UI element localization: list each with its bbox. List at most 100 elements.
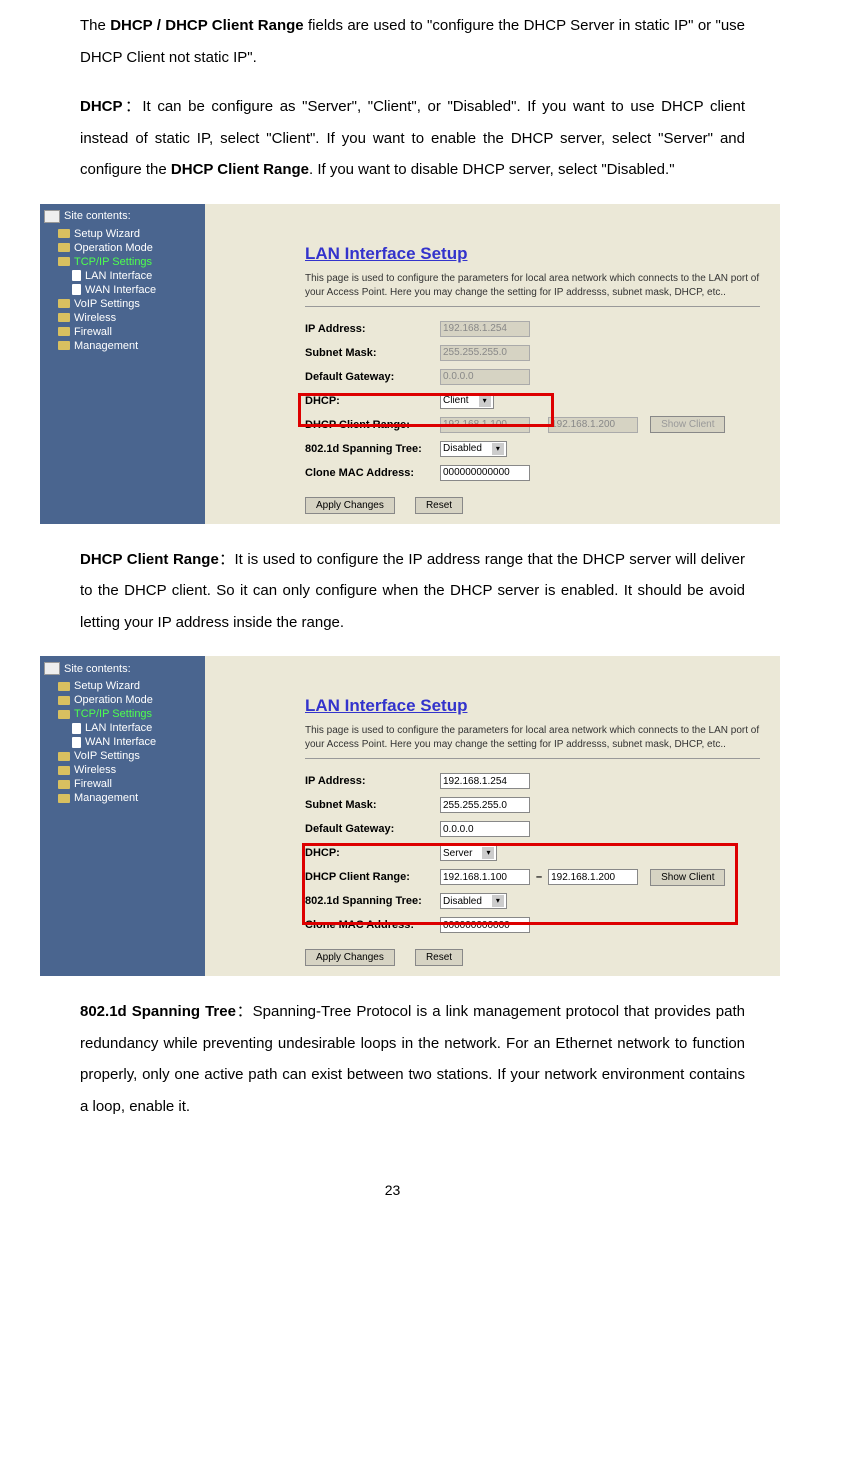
input-ip-address[interactable] bbox=[440, 773, 530, 789]
show-client-button[interactable]: Show Client bbox=[650, 869, 725, 886]
screenshot-1: Site contents: Setup Wizard Operation Mo… bbox=[40, 204, 780, 524]
sidebar-item-label: Management bbox=[74, 340, 138, 352]
input-clone-mac[interactable] bbox=[440, 465, 530, 481]
row-subnet-mask: Subnet Mask: bbox=[305, 793, 760, 817]
panel-title: LAN Interface Setup bbox=[305, 696, 760, 716]
button-row: Apply Changes Reset bbox=[305, 497, 760, 514]
reset-button[interactable]: Reset bbox=[415, 949, 463, 966]
sidebar-item-voip-settings[interactable]: VoIP Settings bbox=[44, 749, 201, 763]
folder-icon bbox=[58, 780, 70, 789]
label-clone-mac: Clone MAC Address: bbox=[305, 467, 440, 479]
sidebar-item-wireless[interactable]: Wireless bbox=[44, 311, 201, 325]
label-default-gateway: Default Gateway: bbox=[305, 371, 440, 383]
row-default-gateway: Default Gateway: bbox=[305, 365, 760, 389]
sidebar-subitem-label: WAN Interface bbox=[85, 736, 156, 748]
chevron-down-icon: ▾ bbox=[492, 443, 504, 455]
input-range-start[interactable] bbox=[440, 417, 530, 433]
sidebar-subitem-wan-interface[interactable]: WAN Interface bbox=[44, 283, 201, 297]
input-default-gateway[interactable] bbox=[440, 369, 530, 385]
show-client-button[interactable]: Show Client bbox=[650, 416, 725, 433]
select-dhcp[interactable]: Client ▾ bbox=[440, 393, 494, 409]
chevron-down-icon: ▾ bbox=[479, 395, 491, 407]
sidebar-item-setup-wizard[interactable]: Setup Wizard bbox=[44, 227, 201, 241]
sidebar-title: Site contents: bbox=[44, 662, 201, 675]
sidebar-subitem-label: LAN Interface bbox=[85, 270, 152, 282]
sidebar-item-label: Firewall bbox=[74, 326, 112, 338]
bold-text: DHCP / DHCP Client Range bbox=[110, 17, 303, 34]
monitor-icon bbox=[44, 662, 60, 675]
sidebar-item-tcpip-settings[interactable]: TCP/IP Settings bbox=[44, 255, 201, 269]
row-dhcp-client-range: DHCP Client Range: – Show Client bbox=[305, 413, 760, 437]
folder-icon bbox=[58, 794, 70, 803]
reset-button[interactable]: Reset bbox=[415, 497, 463, 514]
sidebar-item-label: TCP/IP Settings bbox=[74, 708, 152, 720]
input-ip-address[interactable] bbox=[440, 321, 530, 337]
row-dhcp: DHCP: Server▾ bbox=[305, 841, 760, 865]
folder-icon bbox=[58, 257, 70, 266]
row-spanning-tree: 802.1d Spanning Tree: Disabled▾ bbox=[305, 437, 760, 461]
sidebar-item-firewall[interactable]: Firewall bbox=[44, 325, 201, 339]
screenshot-2: Site contents: Setup Wizard Operation Mo… bbox=[40, 656, 780, 976]
folder-icon bbox=[58, 327, 70, 336]
paragraph-4: 802.1d Spanning Tree：Spanning-Tree Proto… bbox=[80, 996, 745, 1122]
panel-description: This page is used to configure the param… bbox=[305, 724, 760, 752]
input-range-start[interactable] bbox=[440, 869, 530, 885]
sidebar-item-operation-mode[interactable]: Operation Mode bbox=[44, 241, 201, 255]
row-ip-address: IP Address: bbox=[305, 317, 760, 341]
input-clone-mac[interactable] bbox=[440, 917, 530, 933]
row-ip-address: IP Address: bbox=[305, 769, 760, 793]
sidebar-item-label: VoIP Settings bbox=[74, 298, 140, 310]
sidebar-item-management[interactable]: Management bbox=[44, 339, 201, 353]
main-panel: LAN Interface Setup This page is used to… bbox=[205, 204, 780, 524]
sidebar-subitem-lan-interface[interactable]: LAN Interface bbox=[44, 721, 201, 735]
select-spanning-value: Disabled bbox=[443, 443, 482, 454]
input-subnet-mask[interactable] bbox=[440, 797, 530, 813]
sidebar-item-label: Operation Mode bbox=[74, 242, 153, 254]
sidebar-item-label: Wireless bbox=[74, 764, 116, 776]
apply-changes-button[interactable]: Apply Changes bbox=[305, 497, 395, 514]
row-dhcp-client-range: DHCP Client Range: – Show Client bbox=[305, 865, 760, 889]
select-dhcp[interactable]: Server▾ bbox=[440, 845, 497, 861]
select-spanning-tree[interactable]: Disabled ▾ bbox=[440, 893, 507, 909]
sidebar-item-setup-wizard[interactable]: Setup Wizard bbox=[44, 679, 201, 693]
folder-icon bbox=[58, 766, 70, 775]
sidebar-item-tcpip-settings[interactable]: TCP/IP Settings bbox=[44, 707, 201, 721]
select-spanning-value: Disabled bbox=[443, 896, 482, 907]
bold-text: 802.1d Spanning Tree bbox=[80, 1003, 236, 1020]
row-dhcp: DHCP: Client▾ bbox=[305, 389, 760, 413]
paragraph-3: DHCP Client Range：It is used to configur… bbox=[80, 544, 745, 639]
input-range-end[interactable] bbox=[548, 417, 638, 433]
label-dhcp-client-range: DHCP Client Range: bbox=[305, 419, 440, 431]
sidebar-item-firewall[interactable]: Firewall bbox=[44, 777, 201, 791]
sidebar-item-voip-settings[interactable]: VoIP Settings bbox=[44, 297, 201, 311]
file-icon bbox=[72, 737, 81, 748]
sidebar: Site contents: Setup Wizard Operation Mo… bbox=[40, 204, 205, 524]
sidebar-item-label: Firewall bbox=[74, 778, 112, 790]
select-spanning-tree[interactable]: Disabled ▾ bbox=[440, 441, 507, 457]
apply-changes-button[interactable]: Apply Changes bbox=[305, 949, 395, 966]
sidebar-item-label: TCP/IP Settings bbox=[74, 256, 152, 268]
label-ip-address: IP Address: bbox=[305, 323, 440, 335]
sidebar-subitem-lan-interface[interactable]: LAN Interface bbox=[44, 269, 201, 283]
range-dash: – bbox=[536, 419, 542, 431]
sidebar-item-label: Operation Mode bbox=[74, 694, 153, 706]
divider bbox=[305, 758, 760, 759]
sidebar-title-text: Site contents: bbox=[64, 663, 131, 675]
input-range-end[interactable] bbox=[548, 869, 638, 885]
input-subnet-mask[interactable] bbox=[440, 345, 530, 361]
label-spanning-tree: 802.1d Spanning Tree: bbox=[305, 895, 440, 907]
chevron-down-icon: ▾ bbox=[492, 895, 504, 907]
sidebar-item-wireless[interactable]: Wireless bbox=[44, 763, 201, 777]
bold-text: DHCP Client Range bbox=[80, 551, 219, 568]
sidebar-item-management[interactable]: Management bbox=[44, 791, 201, 805]
input-default-gateway[interactable] bbox=[440, 821, 530, 837]
folder-icon bbox=[58, 696, 70, 705]
button-row: Apply Changes Reset bbox=[305, 949, 760, 966]
panel-description: This page is used to configure the param… bbox=[305, 272, 760, 300]
row-default-gateway: Default Gateway: bbox=[305, 817, 760, 841]
select-dhcp-value: Client bbox=[443, 395, 469, 406]
sidebar-item-operation-mode[interactable]: Operation Mode bbox=[44, 693, 201, 707]
main-panel: LAN Interface Setup This page is used to… bbox=[205, 656, 780, 976]
sidebar-subitem-wan-interface[interactable]: WAN Interface bbox=[44, 735, 201, 749]
bold-text: DHCP bbox=[80, 98, 123, 115]
